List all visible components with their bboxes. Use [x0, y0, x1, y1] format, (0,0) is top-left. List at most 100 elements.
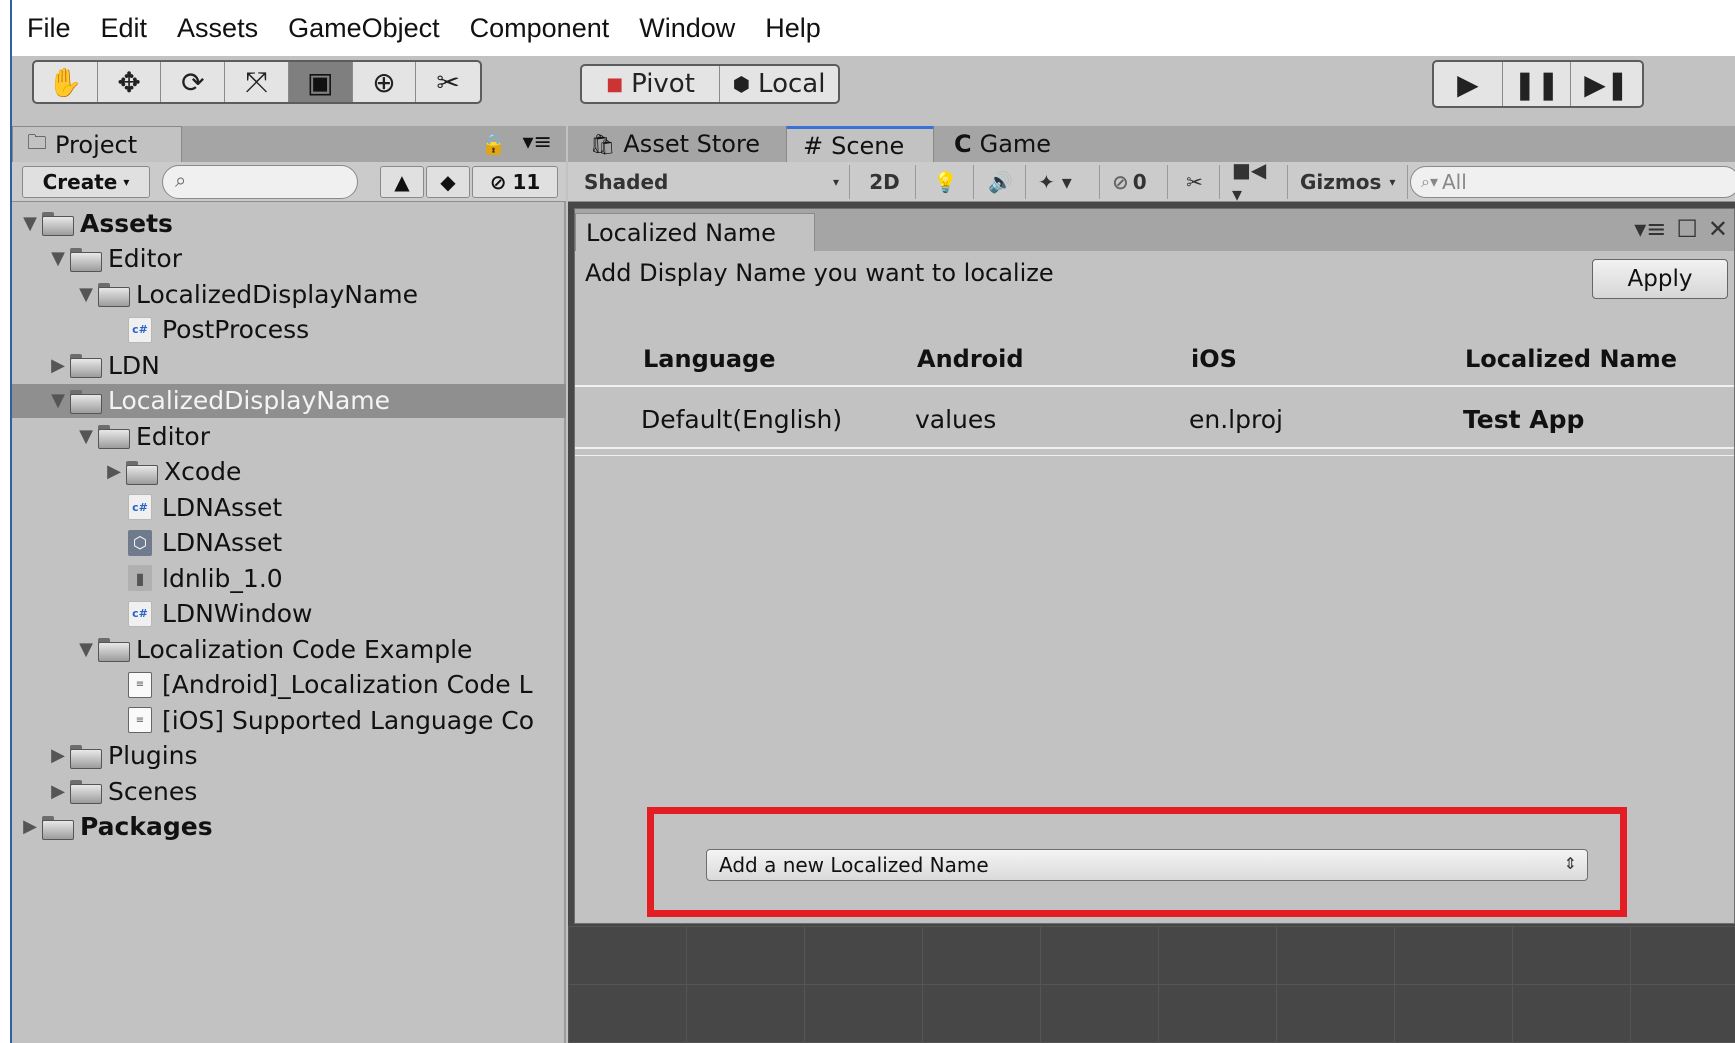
step-button[interactable]: ▶❚: [1571, 62, 1642, 106]
effects-dropdown[interactable]: ✦ ▾: [1028, 165, 1100, 199]
menu-component[interactable]: Component: [455, 13, 625, 44]
expand-arrow-icon[interactable]: ▼: [76, 639, 96, 660]
scale-tool-button[interactable]: ⤧: [225, 62, 289, 102]
collapse-arrow-icon[interactable]: ▶: [48, 781, 68, 802]
expand-arrow-icon[interactable]: ▼: [76, 426, 96, 447]
hidden-packages-button[interactable]: ⊘ 11: [472, 166, 558, 198]
hand-tool-button[interactable]: ✋: [34, 62, 98, 102]
tree-folder-row[interactable]: ▶ Plugins: [12, 739, 566, 773]
row-divider: [575, 447, 1734, 449]
tree-folder-row[interactable]: ▼ Assets: [12, 206, 566, 240]
transform-tools: ✋ ✥ ⟳ ⤧ ▣ ⊕ ✂: [32, 60, 482, 104]
filter-label-button[interactable]: ◆: [426, 166, 470, 198]
folder-icon: [42, 212, 74, 236]
camera-dropdown[interactable]: ■◀ ▾: [1222, 158, 1288, 206]
pivot-icon: ■: [606, 73, 624, 95]
tab-asset-store[interactable]: 🛍 Asset Store: [574, 126, 784, 162]
rect-tool-button[interactable]: ▣: [288, 62, 353, 102]
play-button[interactable]: ▶: [1434, 62, 1503, 106]
lock-icon[interactable]: 🔒: [481, 132, 506, 156]
pause-button[interactable]: ❚❚: [1503, 62, 1572, 106]
project-tabbar: 🗀 Project 🔒 ▾≡: [12, 126, 566, 162]
menu-assets[interactable]: Assets: [162, 13, 273, 44]
rotate-tool-button[interactable]: ⟳: [161, 62, 226, 102]
folder-icon: [70, 389, 102, 414]
menu-file[interactable]: File: [12, 13, 86, 44]
collapse-arrow-icon[interactable]: ▶: [104, 461, 124, 482]
tree-file-row[interactable]: ≡ [iOS] Supported Language Co: [12, 703, 566, 737]
scene-viewport[interactable]: [568, 926, 1735, 1043]
project-search-input[interactable]: ⌕: [162, 165, 358, 199]
tree-file-row[interactable]: c# LDNWindow: [12, 597, 566, 631]
panel-menu-icon[interactable]: ▾≡: [523, 130, 552, 155]
expand-arrow-icon[interactable]: ▼: [48, 248, 68, 269]
close-icon[interactable]: ✕: [1708, 215, 1728, 243]
scene-visibility-toggle[interactable]: ⊘ 0: [1102, 165, 1168, 199]
menu-window[interactable]: Window: [624, 13, 750, 44]
gizmos-dropdown[interactable]: Gizmos ▾: [1290, 165, 1408, 199]
create-dropdown[interactable]: Create ▾: [22, 166, 150, 198]
table-row[interactable]: Default(English) values en.lproj Test Ap…: [575, 395, 1734, 451]
tree-folder-row[interactable]: ▼ Editor: [12, 419, 566, 453]
custom-tool-button[interactable]: ✂: [416, 62, 480, 102]
tree-file-row[interactable]: ▮ ldnlib_1.0: [12, 561, 566, 595]
tab-localized-name[interactable]: Localized Name: [575, 213, 815, 251]
expand-arrow-icon[interactable]: ▼: [48, 390, 68, 411]
tag-icon: ◆: [440, 170, 456, 194]
local-toggle[interactable]: ⬢ Local: [720, 66, 838, 102]
scene-search-input[interactable]: ⌕▾ All: [1410, 166, 1735, 198]
tab-project[interactable]: 🗀 Project: [12, 126, 182, 162]
apply-button[interactable]: Apply: [1592, 259, 1728, 299]
filter-type-icon: ▲: [394, 170, 410, 194]
transform-icon: ⊕: [372, 65, 396, 99]
cell-ios: en.lproj: [1189, 405, 1283, 434]
tree-folder-row[interactable]: ▼ Localization Code Example: [12, 632, 566, 666]
tree-item-label: LDNAsset: [162, 528, 283, 557]
game-icon: C: [954, 130, 972, 158]
mode-2d-toggle[interactable]: 2D: [854, 165, 916, 199]
scene-search-placeholder: All: [1442, 170, 1467, 194]
tab-scene[interactable]: # Scene: [786, 126, 934, 162]
menu-edit[interactable]: Edit: [86, 13, 163, 44]
shading-dropdown[interactable]: Shaded ▾: [574, 165, 850, 199]
tree-file-row[interactable]: c# LDNAsset: [12, 490, 566, 524]
maximize-icon[interactable]: ☐: [1676, 215, 1698, 243]
ldn-description: Add Display Name you want to localize: [585, 259, 1054, 287]
collapse-arrow-icon[interactable]: ▶: [48, 745, 68, 766]
tree-file-row[interactable]: c# PostProcess: [12, 313, 566, 347]
expand-arrow-icon[interactable]: ▼: [76, 284, 96, 305]
audio-toggle[interactable]: 🔊: [976, 165, 1026, 199]
tab-game[interactable]: C Game: [938, 126, 1078, 162]
menu-gameobject[interactable]: GameObject: [273, 13, 455, 44]
tree-folder-row[interactable]: ▶ Packages: [12, 810, 566, 844]
menu-help[interactable]: Help: [750, 13, 836, 44]
collapse-arrow-icon[interactable]: ▶: [20, 816, 40, 837]
lighting-toggle[interactable]: 💡: [918, 165, 974, 199]
tree-folder-row[interactable]: ▶ Scenes: [12, 774, 566, 808]
tools-toggle[interactable]: ✂: [1170, 165, 1220, 199]
light-bulb-icon: 💡: [933, 170, 958, 194]
tree-item-label: Editor: [136, 421, 210, 451]
expand-arrow-icon[interactable]: ▼: [20, 213, 40, 234]
tree-item-label: Plugins: [108, 741, 198, 770]
add-localized-name-select[interactable]: Add a new Localized Name ⇕: [706, 849, 1588, 881]
collapse-arrow-icon[interactable]: ▶: [48, 355, 68, 376]
cell-localized-name: Test App: [1463, 405, 1585, 434]
tree-folder-row[interactable]: ▼ LocalizedDisplayName: [12, 383, 566, 418]
tree-file-row[interactable]: ⬡ LDNAsset: [12, 526, 566, 560]
tree-folder-row[interactable]: ▼ LocalizedDisplayName: [12, 277, 566, 311]
select-arrows-icon: ⇕: [1563, 854, 1577, 873]
csharp-script-icon: c#: [128, 316, 152, 343]
column-android: Android: [917, 345, 1024, 373]
pivot-toggle[interactable]: ■ Pivot: [582, 66, 720, 102]
tree-folder-row[interactable]: ▶ LDN: [12, 348, 566, 382]
move-tool-button[interactable]: ✥: [98, 62, 162, 102]
project-toolbar: Create ▾ ⌕ ▲ ◆ ⊘ 11: [12, 162, 566, 202]
tree-file-row[interactable]: ≡ [Android]_Localization Code L: [12, 668, 566, 702]
transform-tool-button[interactable]: ⊕: [353, 62, 417, 102]
panel-menu-icon[interactable]: ▾≡: [1634, 215, 1666, 243]
filter-type-button[interactable]: ▲: [380, 166, 424, 198]
tree-folder-row[interactable]: ▶ Xcode: [12, 455, 566, 489]
cell-android: values: [915, 405, 997, 434]
tree-folder-row[interactable]: ▼ Editor: [12, 242, 566, 276]
